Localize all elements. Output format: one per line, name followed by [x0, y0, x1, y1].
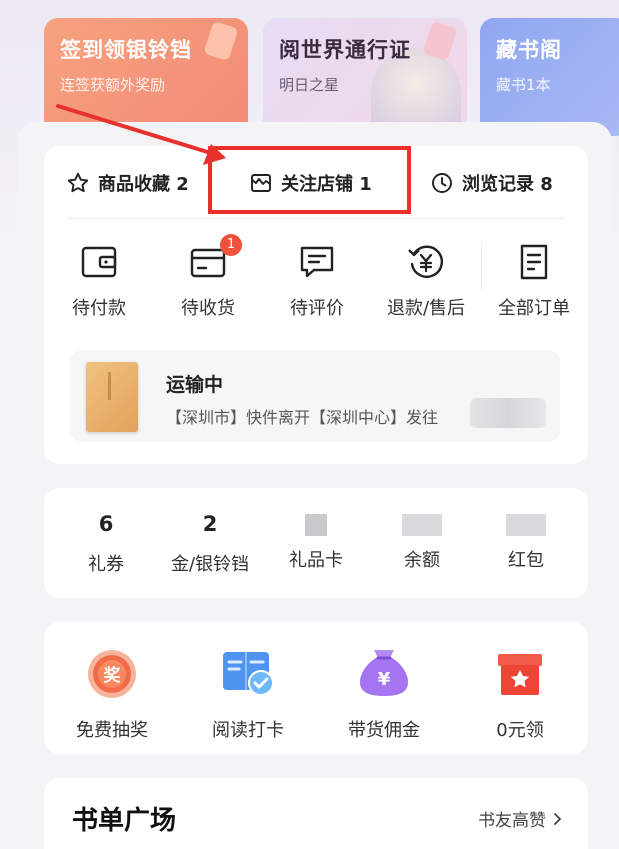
promo-row: 签到领银铃铛 连签获额外奖励 阅世界通行证 明日之星 藏书阁 藏书1本	[0, 0, 619, 140]
service-label: 免费抽奖	[76, 720, 148, 741]
book-thumbnail	[86, 362, 138, 432]
history-link[interactable]: 浏览记录 8	[430, 162, 553, 204]
coupons-count: 6	[98, 512, 114, 536]
free-claim-button[interactable]: 0元领	[460, 644, 580, 742]
store-icon	[251, 174, 271, 192]
chevron-right-icon	[554, 812, 562, 825]
bells-count: 2	[202, 512, 218, 536]
followed-stores-link[interactable]: 关注店铺 1	[249, 162, 372, 204]
promo-passport[interactable]: 阅世界通行证 明日之星	[263, 18, 467, 136]
asset-label: 红包	[508, 550, 544, 571]
order-label: 退款/售后	[386, 298, 466, 319]
reading-checkin-button[interactable]: 阅读打卡	[188, 644, 308, 742]
promo-subtitle: 连签获额外奖励	[60, 76, 166, 94]
orders-card: 商品收藏 2 关注店铺 1 浏览记录 8 待付款 1 待收货 待评价 退款/售后…	[44, 146, 588, 464]
service-label: 0元领	[496, 720, 544, 741]
services-card: 奖 免费抽奖 阅读打卡 ¥ 带货佣金 0元领	[44, 622, 588, 754]
shipment-status: 运输中	[166, 374, 224, 396]
commission-button[interactable]: ¥ 带货佣金	[324, 644, 444, 742]
notification-badge: 1	[220, 234, 242, 256]
service-label: 阅读打卡	[212, 720, 284, 741]
wallet-icon	[81, 246, 117, 278]
refund-aftersales-button[interactable]: 退款/售后	[376, 242, 476, 320]
blurred-value	[506, 514, 546, 536]
lottery-glyph: 奖	[104, 665, 122, 686]
balance-item[interactable]: 余额	[368, 512, 476, 572]
order-label: 全部订单	[498, 298, 570, 319]
service-label: 带货佣金	[348, 720, 420, 741]
promo-title: 阅世界通行证	[279, 38, 411, 62]
red-packet-item[interactable]: 红包	[472, 512, 580, 572]
all-orders-button[interactable]: 全部订单	[484, 242, 584, 320]
order-label: 待评价	[290, 298, 344, 319]
pending-payment-button[interactable]: 待付款	[49, 242, 149, 320]
yuan-glyph: ¥	[378, 669, 391, 690]
asset-label: 礼券	[88, 554, 124, 575]
document-icon	[520, 244, 548, 280]
coupons-item[interactable]: 6 礼券	[52, 512, 160, 576]
promo-library[interactable]: 藏书阁 藏书1本	[480, 18, 619, 136]
free-lottery-button[interactable]: 奖 免费抽奖	[52, 644, 172, 742]
gift-card-item[interactable]: 礼品卡	[262, 512, 370, 572]
star-icon	[67, 172, 89, 193]
lottery-icon: 奖	[88, 650, 136, 698]
comment-icon	[300, 246, 334, 278]
history-label: 浏览记录 8	[462, 174, 553, 195]
reading-checkin-icon	[223, 652, 274, 696]
favorites-link[interactable]: 商品收藏 2	[66, 162, 189, 204]
promo-title: 藏书阁	[496, 38, 562, 62]
order-status-row: 待付款 1 待收货 待评价 退款/售后 全部订单	[44, 234, 588, 332]
pending-review-button[interactable]: 待评价	[267, 242, 367, 320]
shipment-detail: 【深圳市】快件离开【深圳中心】发往	[166, 408, 439, 427]
shipment-card[interactable]: 运输中 【深圳市】快件离开【深圳中心】发往	[70, 350, 560, 442]
money-bag-icon: ¥	[360, 650, 408, 696]
blurred-value	[305, 514, 327, 536]
assets-card: 6 礼券 2 金/银铃铛 礼品卡 余额 红包	[44, 488, 588, 598]
promo-subtitle: 明日之星	[279, 76, 340, 94]
favorites-label: 商品收藏 2	[98, 174, 189, 195]
divider	[66, 218, 566, 219]
promo-subtitle: 藏书1本	[496, 76, 551, 94]
asset-label: 礼品卡	[289, 550, 343, 571]
refund-icon	[408, 245, 444, 278]
bells-item[interactable]: 2 金/银铃铛	[156, 512, 264, 576]
booklist-title: 书单广场	[72, 806, 177, 836]
divider	[481, 242, 482, 290]
order-label: 待收货	[181, 298, 235, 319]
asset-label: 金/银铃铛	[170, 554, 250, 575]
order-label: 待付款	[72, 298, 126, 319]
booklist-more-link[interactable]: 书友高赞	[478, 806, 564, 831]
blurred-value	[402, 514, 442, 536]
followed-stores-label: 关注店铺 1	[281, 174, 372, 195]
gift-box-icon	[498, 654, 542, 695]
promo-checkin[interactable]: 签到领银铃铛 连签获额外奖励	[44, 18, 248, 136]
ticket-decoration	[203, 20, 239, 62]
clock-icon	[432, 173, 452, 193]
booklist-more-label: 书友高赞	[478, 811, 546, 831]
pending-delivery-button[interactable]: 1 待收货	[158, 234, 258, 320]
booklist-card: 书单广场 书友高赞	[44, 778, 588, 849]
quick-links: 商品收藏 2 关注店铺 1 浏览记录 8	[44, 162, 588, 204]
asset-label: 余额	[404, 550, 440, 571]
blurred-region	[470, 398, 546, 428]
